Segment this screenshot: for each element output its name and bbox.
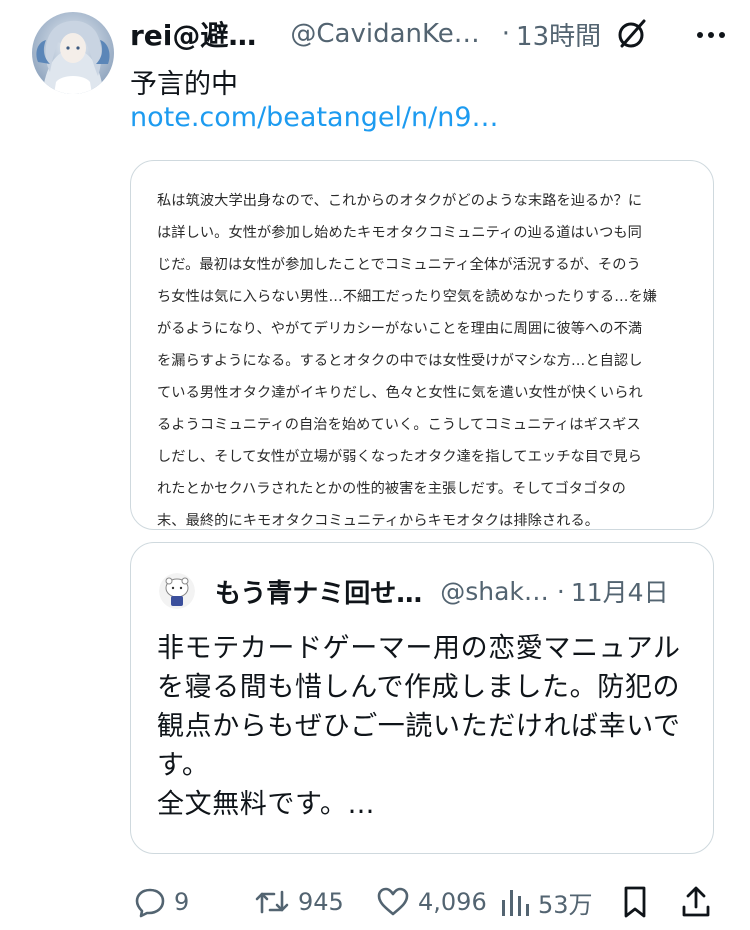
image-text: 私は筑波大学出身なので、これからのオタクがどのような末路を辿るか？に は詳しい。… bbox=[157, 185, 695, 529]
image-text-line: るようコミュニティの自治を始めていく。こうしてコミュニティはギスギス bbox=[157, 417, 641, 433]
like-count: 4,096 bbox=[418, 888, 487, 916]
author-avatar[interactable] bbox=[32, 12, 114, 94]
quoted-text-line: 非モテカードゲーマー用の恋愛マニュアル bbox=[157, 633, 681, 664]
image-text-line: 末、最終的にキモオタクコミュニティからキモオタクは排除される。 bbox=[157, 513, 600, 529]
retweet-icon bbox=[254, 886, 290, 918]
quoted-tweet[interactable]: もう青ナミ回せ… @shak… · 11月4日 非モテカードゲーマー用の恋愛マニ… bbox=[130, 542, 714, 854]
tweet-actions-bar: 9 945 4,096 53万 bbox=[0, 874, 750, 930]
image-text-line: がるようになり、やがてデリカシーがないことを理由に周囲に彼等への不満 bbox=[157, 321, 643, 337]
tweet-link[interactable]: note.com/beatangel/n/n9… bbox=[130, 102, 499, 133]
heart-icon bbox=[376, 886, 410, 918]
quoted-text-line: 全文無料です。… bbox=[157, 789, 376, 820]
image-text-line: れたとかセクハラされたとかの性的被害を主張しだす。そしてゴタゴタの bbox=[157, 481, 626, 497]
share-button[interactable] bbox=[680, 874, 712, 930]
reply-button[interactable]: 9 bbox=[134, 874, 189, 930]
analytics-icon bbox=[500, 886, 530, 918]
quoted-author-handle[interactable]: @shak… bbox=[440, 577, 549, 606]
image-text-line: じだ。最初は女性が参加したことでコミュニティ全体が活況するが、そのう bbox=[157, 257, 641, 273]
image-text-line: 私は筑波大学出身なので、これからのオタクがどのような末路を辿るか？に bbox=[157, 193, 643, 209]
quoted-header-separator: · bbox=[556, 576, 565, 606]
tweet-header: rei@避… @CavidanKe… · 13時間 bbox=[130, 14, 730, 54]
share-icon bbox=[680, 885, 712, 919]
attached-image-card[interactable]: 私は筑波大学出身なので、これからのオタクがどのような末路を辿るか？に は詳しい。… bbox=[130, 160, 714, 530]
retweet-count: 945 bbox=[298, 888, 344, 916]
bookmark-button[interactable] bbox=[620, 874, 650, 930]
bookmark-icon bbox=[620, 885, 650, 919]
reply-count: 9 bbox=[174, 888, 190, 916]
quoted-text-line: を寝る間も惜しんで作成しました。防犯の bbox=[157, 672, 681, 703]
quoted-text-line: す。 bbox=[157, 750, 210, 781]
quoted-author-name[interactable]: もう青ナミ回せ… bbox=[215, 573, 422, 610]
tweet-timestamp[interactable]: 13時間 bbox=[516, 16, 601, 53]
author-handle[interactable]: @CavidanKe… bbox=[290, 19, 479, 49]
more-options-icon[interactable] bbox=[694, 20, 728, 50]
reply-icon bbox=[134, 886, 166, 918]
author-name[interactable]: rei@避… bbox=[130, 14, 256, 54]
quoted-author-avatar[interactable] bbox=[159, 573, 195, 609]
header-separator: · bbox=[501, 19, 511, 49]
image-text-line: を漏らすようになる。するとオタクの中では女性受けがマシな方…と自認し bbox=[157, 353, 643, 369]
retweet-button[interactable]: 945 bbox=[254, 874, 344, 930]
quoted-tweet-date[interactable]: 11月4日 bbox=[571, 573, 669, 609]
image-text-line: ち女性は気に入らない男性…不細工だったり空気を読めなかったりする…を嫌 bbox=[157, 289, 658, 305]
tweet-text: 予言的中 bbox=[130, 69, 238, 100]
quoted-tweet-text: 非モテカードゲーマー用の恋愛マニュアル を寝る間も惜しんで作成しました。防犯の … bbox=[157, 629, 695, 824]
quoted-tweet-header: もう青ナミ回せ… @shak… · 11月4日 bbox=[215, 571, 693, 611]
view-count: 53万 bbox=[538, 890, 593, 919]
image-text-line: しだし、そして女性が立場が弱くなったオタク達を指してエッチな目で見ら bbox=[157, 449, 642, 465]
grok-icon[interactable] bbox=[614, 16, 650, 52]
image-text-line: ている男性オタク達がイキりだし、色々と女性に気を遣い女性が快くいられ bbox=[157, 385, 643, 401]
quoted-text-line: 観点からもぜひご一読いただければ幸いで bbox=[157, 711, 681, 742]
like-button[interactable]: 4,096 bbox=[376, 874, 487, 930]
image-text-line: は詳しい。女性が参加し始めたキモオタクコミュニティの辿る道はいつも同 bbox=[157, 225, 642, 241]
views-button[interactable]: 53万 bbox=[500, 874, 593, 930]
